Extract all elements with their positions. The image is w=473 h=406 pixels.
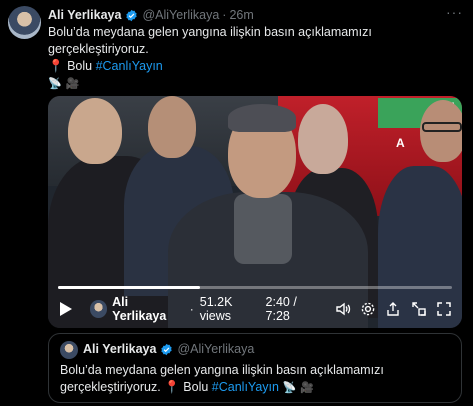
video-player[interactable]: 14 A Ali Yerlikaya · 51.2K views 2:40 / … xyxy=(48,96,462,328)
fullscreen-icon[interactable] xyxy=(435,299,454,319)
video-separator: · xyxy=(189,302,194,316)
video-person xyxy=(68,98,122,164)
expand-icon[interactable] xyxy=(409,299,428,319)
tweet-emoji-line: 📡 🎥 xyxy=(48,75,458,93)
video-controls: Ali Yerlikaya · 51.2K views 2:40 / 7:28 xyxy=(48,294,462,324)
video-person-glasses xyxy=(422,122,462,132)
video-author-avatar[interactable] xyxy=(89,300,108,318)
tweet-timestamp[interactable]: 26m xyxy=(229,8,253,22)
tweet[interactable]: Ali Yerlikaya @AliYerlikaya · 26m ··· Bo… xyxy=(0,0,473,406)
video-speaker-scarf xyxy=(234,194,292,264)
hashtag-link[interactable]: #CanlıYayın xyxy=(96,59,163,73)
pin-emoji: 📍 xyxy=(164,380,180,394)
quoted-tweet-header: Ali Yerlikaya @AliYerlikaya xyxy=(83,342,254,356)
settings-icon[interactable] xyxy=(358,299,377,319)
satellite-emoji: 📡 xyxy=(282,382,297,394)
tweet-header: Ali Yerlikaya @AliYerlikaya · 26m xyxy=(48,6,254,24)
author-name[interactable]: Ali Yerlikaya xyxy=(48,8,121,22)
pin-emoji: 📍 xyxy=(48,59,64,73)
verified-badge-icon xyxy=(161,343,173,355)
video-background-logo: A xyxy=(396,136,405,150)
tweet-text-line: Bolu’da meydana gelen yangına ilişkin ba… xyxy=(48,25,372,39)
quoted-text-line: gerçekleştiriyoruz. 📍 Bolu #CanlıYayın 📡… xyxy=(60,379,455,397)
more-options-icon[interactable]: ··· xyxy=(446,4,463,20)
video-person xyxy=(298,104,348,174)
quoted-tweet-text: Bolu’da meydana gelen yangına ilişkin ba… xyxy=(60,362,455,397)
quoted-hashtag-link[interactable]: #CanlıYayın xyxy=(212,380,279,394)
video-view-count: 51.2K views xyxy=(199,295,233,323)
video-progress-bar[interactable] xyxy=(58,286,452,289)
verified-badge-icon xyxy=(126,9,138,21)
video-author-name[interactable]: Ali Yerlikaya xyxy=(112,295,184,323)
video-person xyxy=(148,96,196,158)
camera-emoji: 🎥 xyxy=(300,382,314,394)
quoted-author-avatar[interactable] xyxy=(60,341,78,359)
tweet-location-line: 📍 Bolu #CanlıYayın xyxy=(48,58,458,75)
video-progress-fill xyxy=(58,286,200,289)
tweet-text-line: gerçekleştiriyoruz. xyxy=(48,42,149,56)
volume-icon[interactable] xyxy=(333,299,352,319)
quoted-text-line: Bolu’da meydana gelen yangına ilişkin ba… xyxy=(60,363,384,377)
quoted-author-handle[interactable]: @AliYerlikaya xyxy=(177,342,254,356)
quoted-tweet[interactable]: Ali Yerlikaya @AliYerlikaya Bolu’da meyd… xyxy=(48,333,462,403)
tweet-text: Bolu’da meydana gelen yangına ilişkin ba… xyxy=(48,24,458,93)
location-text: Bolu xyxy=(67,59,93,73)
quoted-text-prefix: gerçekleştiriyoruz. xyxy=(60,380,161,394)
video-right-controls: 2:40 / 7:28 xyxy=(266,295,454,323)
header-separator: · xyxy=(222,8,227,22)
author-avatar[interactable] xyxy=(8,6,41,39)
share-icon[interactable] xyxy=(384,299,403,319)
play-icon[interactable] xyxy=(56,299,76,319)
quoted-location-text: Bolu xyxy=(183,380,209,394)
video-speaker-hair xyxy=(228,104,296,132)
quoted-author-name[interactable]: Ali Yerlikaya xyxy=(83,342,156,356)
video-timecode: 2:40 / 7:28 xyxy=(265,295,297,323)
camera-emoji: 🎥 xyxy=(65,78,80,90)
author-handle[interactable]: @AliYerlikaya xyxy=(142,8,219,22)
satellite-emoji: 📡 xyxy=(48,78,62,90)
